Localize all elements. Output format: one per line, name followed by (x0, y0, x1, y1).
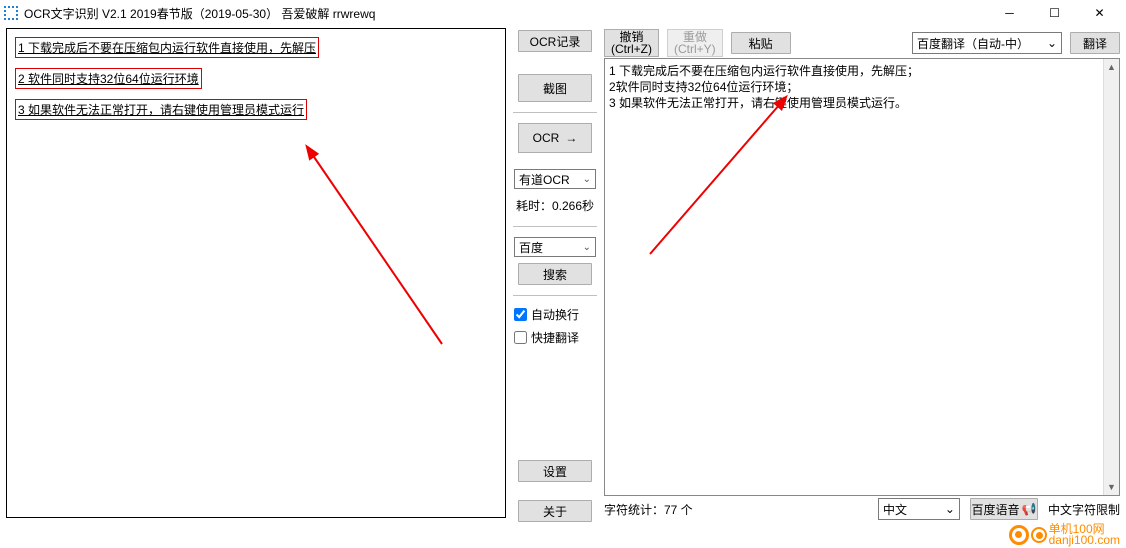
arrow-icon (302, 144, 462, 354)
ocr-button[interactable]: OCR→ (518, 123, 592, 153)
vertical-scrollbar[interactable]: ▲ ▼ (1103, 59, 1119, 495)
scroll-down-icon[interactable]: ▼ (1104, 479, 1119, 495)
image-preview-panel: 1 下载完成后不要在压缩包内运行软件直接使用，先解压 2 软件同时支持32位64… (6, 28, 506, 518)
chevron-down-icon: ⌄ (583, 174, 591, 185)
app-icon (4, 6, 18, 20)
chevron-down-icon: ⌄ (1047, 36, 1057, 50)
chevron-down-icon: ⌄ (583, 242, 591, 253)
voice-button[interactable]: 百度语音📢 (970, 498, 1038, 520)
auto-wrap-checkbox[interactable]: 自动换行 (514, 306, 596, 323)
right-panel: 撤销(Ctrl+Z) 重做(Ctrl+Y) 粘贴 百度翻译（自动-中）⌄ 翻译 … (604, 28, 1120, 522)
highlight-line-2: 2 软件同时支持32位64位运行环境 (15, 68, 202, 89)
watermark: 单机100网 danji100.com (1009, 524, 1120, 546)
settings-button[interactable]: 设置 (518, 460, 592, 482)
arrow-right-icon: → (565, 131, 577, 145)
char-limit-label: 中文字符限制 (1048, 501, 1120, 518)
separator (513, 226, 597, 227)
highlight-line-3: 3 如果软件无法正常打开，请右键使用管理员模式运行 (15, 99, 307, 120)
arrow-icon (640, 94, 810, 264)
search-button[interactable]: 搜索 (518, 263, 592, 285)
redo-button[interactable]: 重做(Ctrl+Y) (667, 29, 723, 57)
language-select[interactable]: 中文⌄ (878, 498, 960, 520)
separator (513, 295, 597, 296)
search-engine-select[interactable]: 百度⌄ (514, 237, 596, 257)
title-bar: OCR文字识别 V2.1 2019春节版（2019-05-30） 吾爱破解 rr… (0, 0, 1126, 26)
quick-translate-checkbox[interactable]: 快捷翻译 (514, 329, 596, 346)
about-button[interactable]: 关于 (518, 500, 592, 522)
highlight-line-1: 1 下载完成后不要在压缩包内运行软件直接使用，先解压 (15, 37, 319, 58)
minimize-button[interactable]: ─ (987, 0, 1032, 26)
main-area: 1 下载完成后不要在压缩包内运行软件直接使用，先解压 2 软件同时支持32位64… (0, 26, 1126, 522)
watermark-icon (1009, 525, 1029, 545)
window-controls: ─ ☐ ✕ (987, 0, 1122, 26)
watermark-icon (1031, 527, 1047, 543)
paste-button[interactable]: 粘贴 (731, 32, 791, 54)
maximize-button[interactable]: ☐ (1032, 0, 1077, 26)
translate-engine-select[interactable]: 百度翻译（自动-中）⌄ (912, 32, 1062, 54)
scroll-up-icon[interactable]: ▲ (1104, 59, 1119, 75)
middle-toolbar: OCR记录 截图 OCR→ 有道OCR⌄ 耗时：0.266秒 百度⌄ 搜索 自动… (510, 28, 600, 522)
undo-button[interactable]: 撤销(Ctrl+Z) (604, 29, 659, 57)
top-toolbar: 撤销(Ctrl+Z) 重做(Ctrl+Y) 粘贴 百度翻译（自动-中）⌄ 翻译 (604, 28, 1120, 58)
char-stats-label: 字符统计：77 个 (604, 501, 693, 518)
screenshot-button[interactable]: 截图 (518, 74, 592, 102)
text-line: 2软件同时支持32位64位运行环境； (609, 79, 1115, 95)
ocr-engine-select[interactable]: 有道OCR⌄ (514, 169, 596, 189)
bottom-toolbar: 字符统计：77 个 中文⌄ 百度语音📢 中文字符限制 (604, 496, 1120, 522)
timing-label: 耗时：0.266秒 (516, 197, 594, 214)
translate-button[interactable]: 翻译 (1070, 32, 1120, 54)
text-line: 1 下载完成后不要在压缩包内运行软件直接使用，先解压； (609, 63, 1115, 79)
ocr-record-button[interactable]: OCR记录 (518, 30, 592, 52)
close-button[interactable]: ✕ (1077, 0, 1122, 26)
chevron-down-icon: ⌄ (945, 502, 955, 516)
result-textarea[interactable]: 1 下载完成后不要在压缩包内运行软件直接使用，先解压； 2软件同时支持32位64… (604, 58, 1120, 496)
separator (513, 112, 597, 113)
window-title: OCR文字识别 V2.1 2019春节版（2019-05-30） 吾爱破解 rr… (24, 5, 375, 22)
